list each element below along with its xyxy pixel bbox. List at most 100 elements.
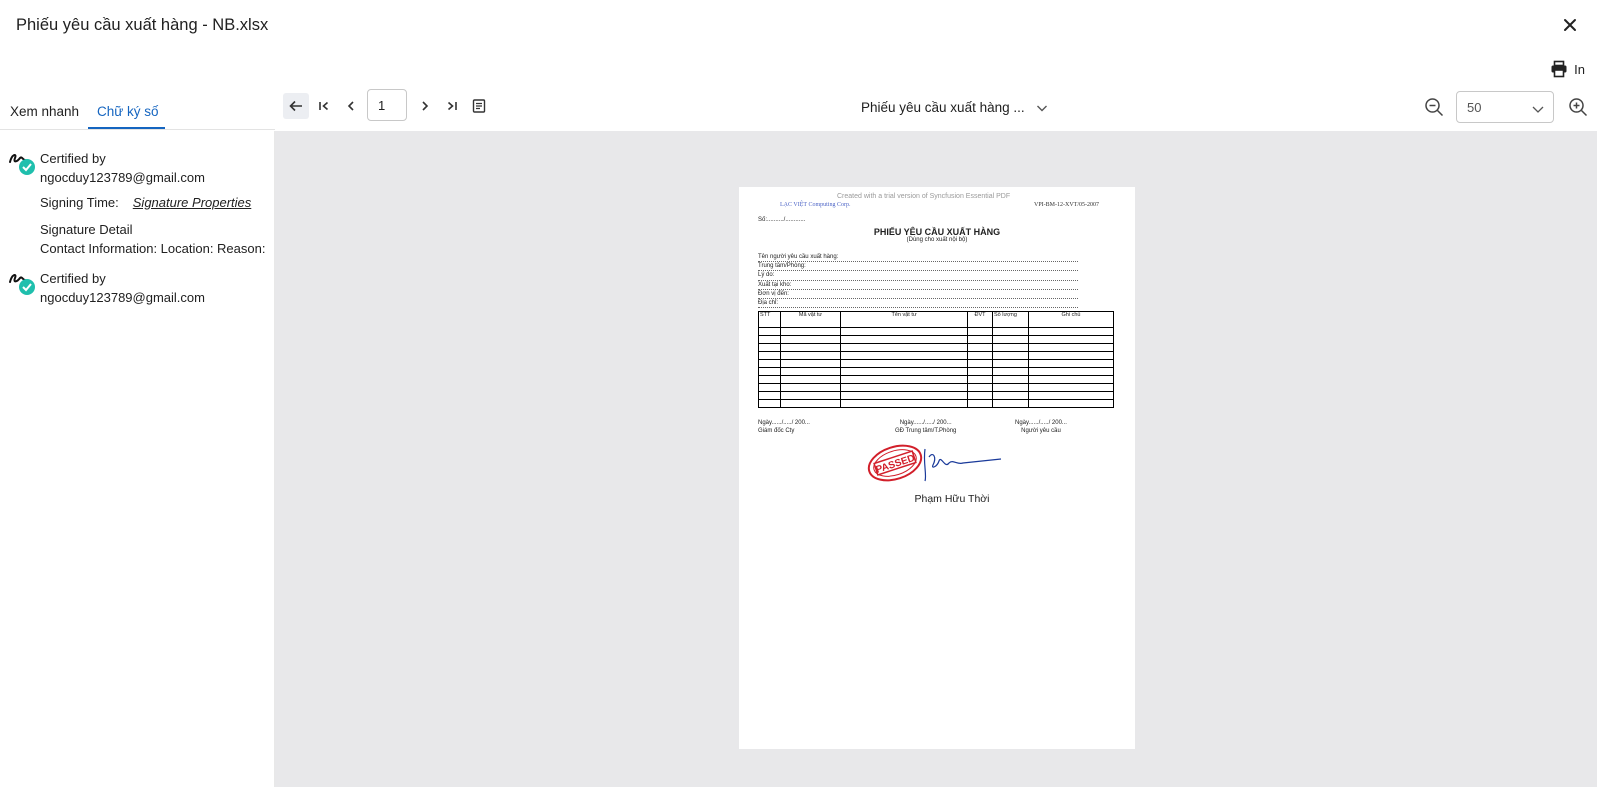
signature-entry[interactable]: Certified by ngocduy123789@gmail.com xyxy=(8,269,275,313)
table-cell xyxy=(758,327,781,336)
document-selector[interactable]: Phiếu yêu cầu xuất hàng ... xyxy=(861,100,1049,115)
company-name: LẠC VIỆT Computing Corp. xyxy=(780,202,851,208)
table-cell xyxy=(758,367,781,376)
signer-title: Giám đốc Cty xyxy=(758,427,795,434)
table-header: Số lượng xyxy=(992,311,1029,328)
table-cell xyxy=(840,359,968,368)
table-cell xyxy=(992,343,1029,352)
form-field: Địa chỉ: xyxy=(758,299,1078,309)
table-row xyxy=(758,343,1114,352)
signer-block: Ngày....../...../ 200... Giám đốc Cty xyxy=(758,420,810,435)
table-row xyxy=(758,327,1114,336)
zoom-level-select[interactable]: 50 xyxy=(1456,91,1554,123)
chevron-down-icon xyxy=(1532,106,1544,113)
signer-title: GĐ Trung tâm/T.Phòng xyxy=(895,427,957,434)
table-cell xyxy=(967,327,993,336)
table-cell xyxy=(992,335,1029,344)
signer-name: Phạm Hữu Thời xyxy=(914,493,990,505)
table-cell xyxy=(758,335,781,344)
date-line: Ngày....../...../ 200... xyxy=(899,420,952,426)
zoom-in-icon[interactable] xyxy=(1565,94,1591,120)
signature-entry[interactable]: Certified by ngocduy123789@gmail.com Sig… xyxy=(8,149,275,259)
table-cell xyxy=(967,399,993,408)
table-cell xyxy=(1028,343,1114,352)
table-cell xyxy=(967,359,993,368)
table-cell xyxy=(992,375,1029,384)
table-cell xyxy=(967,391,993,400)
previous-page-icon[interactable] xyxy=(338,93,364,119)
handwritten-signature xyxy=(923,448,1002,482)
table-cell xyxy=(992,351,1029,360)
document-viewer[interactable]: Created with a trial version of Syncfusi… xyxy=(275,131,1597,787)
table-cell xyxy=(967,367,993,376)
last-page-icon[interactable] xyxy=(439,93,465,119)
passed-stamp: PASSED xyxy=(867,444,923,482)
table-cell xyxy=(758,383,781,392)
signature-properties-link[interactable]: Signature Properties xyxy=(133,195,252,210)
first-page-icon[interactable] xyxy=(311,93,337,119)
table-cell xyxy=(780,383,841,392)
table-cell xyxy=(992,383,1029,392)
certified-by-label: Certified by xyxy=(40,271,106,286)
table-cell xyxy=(780,391,841,400)
table-cell xyxy=(1028,335,1114,344)
table-row xyxy=(758,391,1114,400)
table-cell xyxy=(780,367,841,376)
chevron-down-icon xyxy=(1036,105,1047,111)
signer-email: ngocduy123789@gmail.com xyxy=(40,170,205,185)
print-button[interactable]: In xyxy=(1550,60,1585,78)
table-cell xyxy=(967,383,993,392)
verified-signature-icon xyxy=(8,269,38,299)
back-arrow-icon[interactable] xyxy=(283,93,309,119)
table-cell xyxy=(758,391,781,400)
document-heading: PHIẾU YÊU CẦU XUẤT HÀNG xyxy=(873,227,1001,237)
document-selector-label: Phiếu yêu cầu xuất hàng ... xyxy=(861,100,1025,115)
viewer-toolbar: Phiếu yêu cầu xuất hàng ... 50 xyxy=(275,88,1597,130)
table-cell xyxy=(1028,327,1114,336)
signer-block: Ngày....../...../ 200... Người yêu cầu xyxy=(1015,420,1067,435)
table-cell xyxy=(840,399,968,408)
table-cell xyxy=(840,351,968,360)
table-cell xyxy=(1028,367,1114,376)
active-tab-indicator xyxy=(88,127,165,129)
table-cell xyxy=(780,343,841,352)
dialog-header: Phiếu yêu cầu xuất hàng - NB.xlsx xyxy=(0,0,1597,52)
table-cell xyxy=(780,359,841,368)
table-header: Ghi chú xyxy=(1028,311,1114,328)
close-icon[interactable] xyxy=(1559,14,1581,36)
document-page: Created with a trial version of Syncfusi… xyxy=(739,187,1135,749)
printer-icon xyxy=(1551,60,1567,78)
zoom-out-icon[interactable] xyxy=(1421,94,1447,120)
table-cell xyxy=(967,343,993,352)
form-field: Tên người yêu cầu xuất hàng: xyxy=(758,253,1078,263)
signer-block: Ngày....../...../ 200... GĐ Trung tâm/T.… xyxy=(895,420,956,435)
page-number-input[interactable] xyxy=(367,89,407,121)
next-page-icon[interactable] xyxy=(412,93,438,119)
table-cell xyxy=(1028,351,1114,360)
table-cell xyxy=(758,359,781,368)
table-body xyxy=(758,327,1114,408)
zoom-level-value: 50 xyxy=(1467,100,1482,115)
trial-watermark: Created with a trial version of Syncfusi… xyxy=(837,193,1011,200)
signature-panel: Certified by ngocduy123789@gmail.com Sig… xyxy=(0,131,275,787)
table-row xyxy=(758,399,1114,408)
form-field: Trung tâm/Phòng: xyxy=(758,262,1078,272)
table-cell xyxy=(992,359,1029,368)
signer-title: Người yêu cầu xyxy=(1021,427,1061,434)
table-cell xyxy=(840,367,968,376)
table-row xyxy=(758,367,1114,376)
table-cell xyxy=(992,327,1029,336)
table-row xyxy=(758,335,1114,344)
table-cell xyxy=(1028,383,1114,392)
tab-quick-view[interactable]: Xem nhanh xyxy=(10,104,79,119)
table-cell xyxy=(840,343,968,352)
form-field: Lý do: xyxy=(758,271,1078,281)
sidebar-tabs: Xem nhanh Chữ ký số xyxy=(0,96,275,130)
table-cell xyxy=(840,383,968,392)
table-header: STT xyxy=(758,311,781,328)
signature-contact-line: Contact Information: Location: Reason: xyxy=(40,241,266,256)
table-cell xyxy=(967,375,993,384)
signer-email: ngocduy123789@gmail.com xyxy=(40,290,205,305)
tab-digital-signature[interactable]: Chữ ký số xyxy=(97,104,159,119)
document-outline-icon[interactable] xyxy=(466,93,492,119)
